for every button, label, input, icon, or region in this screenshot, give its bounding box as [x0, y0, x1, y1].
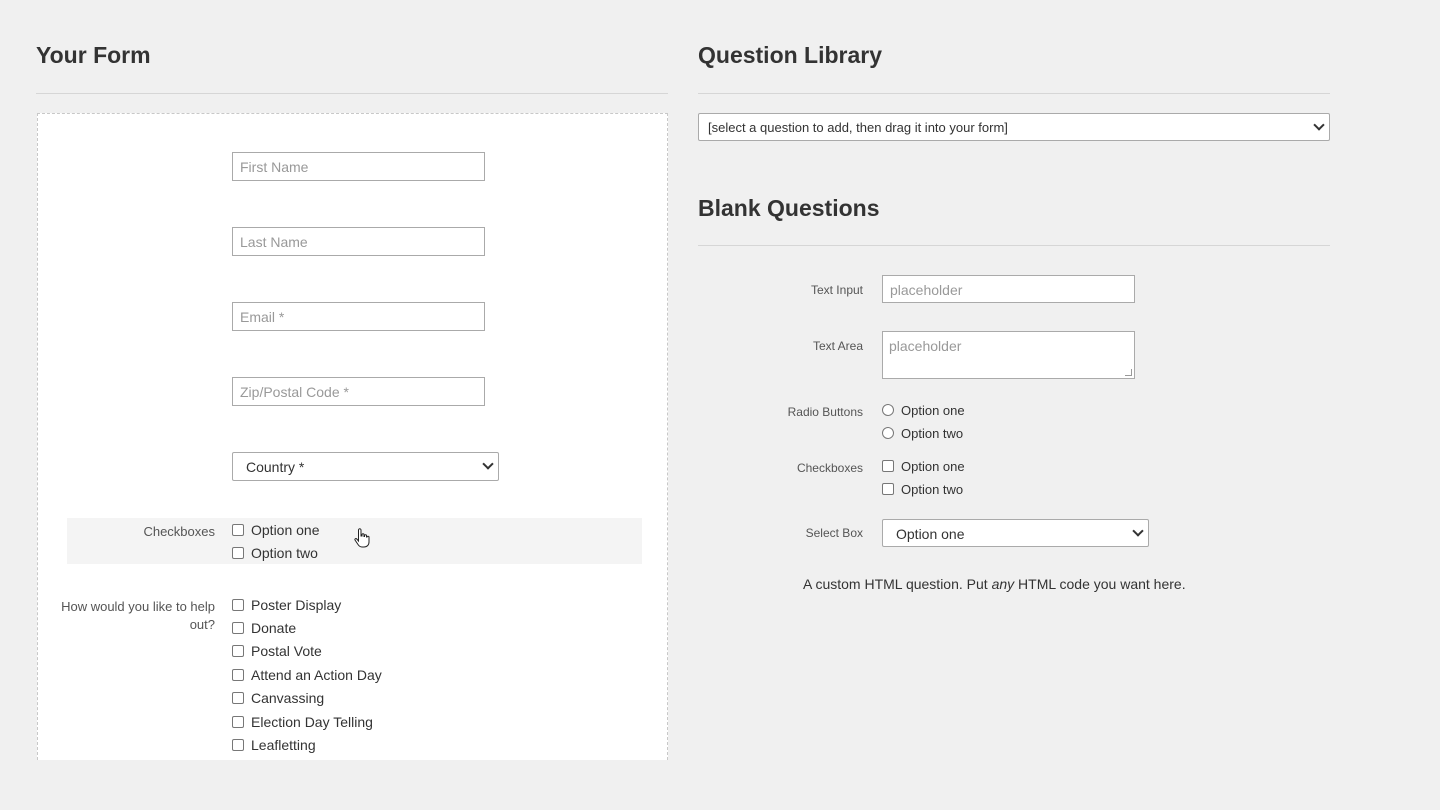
checkbox-icon[interactable] [232, 599, 244, 611]
checkbox-icon[interactable] [232, 716, 244, 728]
select-box-label: Select Box [805, 526, 863, 540]
your-form-title: Your Form [36, 42, 151, 68]
question-library-title: Question Library [698, 42, 883, 68]
help-option[interactable]: Canvassing [232, 688, 324, 708]
option-label: Option two [901, 425, 964, 441]
chevron-down-icon [482, 458, 494, 470]
checkbox-icon[interactable] [232, 547, 244, 559]
text-input-label: Text Input [810, 283, 863, 297]
option-label: Option one [251, 522, 320, 538]
option-label: Canvassing [251, 690, 325, 706]
help-option[interactable]: Postal Vote [232, 641, 322, 661]
checkboxes-label: Checkboxes [143, 524, 215, 539]
blank-questions-title: Blank Questions [698, 195, 880, 221]
custom-html-text: HTML code you want here. [1014, 576, 1186, 592]
help-option[interactable]: Leafletting [232, 735, 316, 755]
text-input-field[interactable]: placeholder [882, 275, 1135, 303]
checkbox-icon[interactable] [232, 524, 244, 536]
last-name-input[interactable]: Last Name [232, 227, 485, 256]
checkbox-icon[interactable] [232, 739, 244, 751]
checkbox-icon[interactable] [232, 622, 244, 634]
radio-icon[interactable] [882, 404, 894, 416]
email-input[interactable]: Email * [232, 302, 485, 331]
text-area-label: Text Area [812, 339, 863, 353]
zip-input[interactable]: Zip/Postal Code * [232, 377, 485, 406]
help-question-label: How would you like to help out? [61, 599, 215, 632]
select-box-value: Option one [896, 526, 965, 542]
option-label: Option two [251, 545, 318, 561]
option-label: Donate [251, 620, 297, 636]
help-option[interactable]: Election Day Telling [232, 712, 373, 732]
option-label: Option one [901, 458, 965, 474]
option-label: Poster Display [251, 597, 342, 613]
checkbox-option[interactable]: Option one [232, 520, 320, 540]
checkbox-icon[interactable] [232, 669, 244, 681]
option-label: Election Day Telling [251, 714, 373, 730]
custom-html-emphasis: any [991, 576, 1015, 592]
option-label: Attend an Action Day [251, 667, 382, 683]
divider [698, 245, 1330, 246]
resize-handle-icon[interactable] [1125, 369, 1132, 376]
select-box-field[interactable]: Option one [882, 519, 1149, 547]
hand-pointer-icon [354, 528, 370, 548]
text-area-field[interactable]: placeholder [882, 331, 1135, 379]
radio-icon[interactable] [882, 427, 894, 439]
checkbox-icon[interactable] [882, 483, 894, 495]
chevron-down-icon [1132, 525, 1144, 537]
divider [36, 93, 668, 94]
checkboxes-label: Checkboxes [796, 461, 863, 475]
option-label: Postal Vote [251, 643, 322, 659]
help-option[interactable]: Donate [232, 618, 296, 638]
question-library-select[interactable]: [select a question to add, then drag it … [698, 113, 1330, 141]
option-label: Leafletting [251, 737, 316, 753]
radio-option[interactable]: Option one [882, 400, 965, 420]
radio-option[interactable]: Option two [882, 423, 963, 443]
first-name-input[interactable]: First Name [232, 152, 485, 181]
question-library-select-value: [select a question to add, then drag it … [708, 120, 1008, 135]
help-option[interactable]: Poster Display [232, 595, 341, 615]
chevron-down-icon [1313, 119, 1325, 131]
form-canvas[interactable]: First Name Last Name Email * Zip/Postal … [37, 113, 668, 760]
text-area-placeholder: placeholder [889, 338, 962, 354]
country-select-value: Country * [246, 459, 305, 475]
checkbox-option[interactable]: Option two [232, 543, 318, 563]
option-label: Option one [901, 402, 965, 418]
radio-buttons-label: Radio Buttons [787, 405, 863, 419]
checkbox-icon[interactable] [232, 645, 244, 657]
country-select[interactable]: Country * [232, 452, 499, 481]
custom-html-question[interactable]: A custom HTML question. Put any HTML cod… [803, 576, 1186, 592]
checkbox-option[interactable]: Option one [882, 456, 965, 476]
checkbox-icon[interactable] [882, 460, 894, 472]
checkbox-option[interactable]: Option two [882, 479, 963, 499]
checkbox-icon[interactable] [232, 692, 244, 704]
custom-html-text: A custom HTML question. Put [803, 576, 992, 592]
help-option[interactable]: Attend an Action Day [232, 665, 382, 685]
option-label: Option two [901, 481, 964, 497]
divider [698, 93, 1330, 94]
